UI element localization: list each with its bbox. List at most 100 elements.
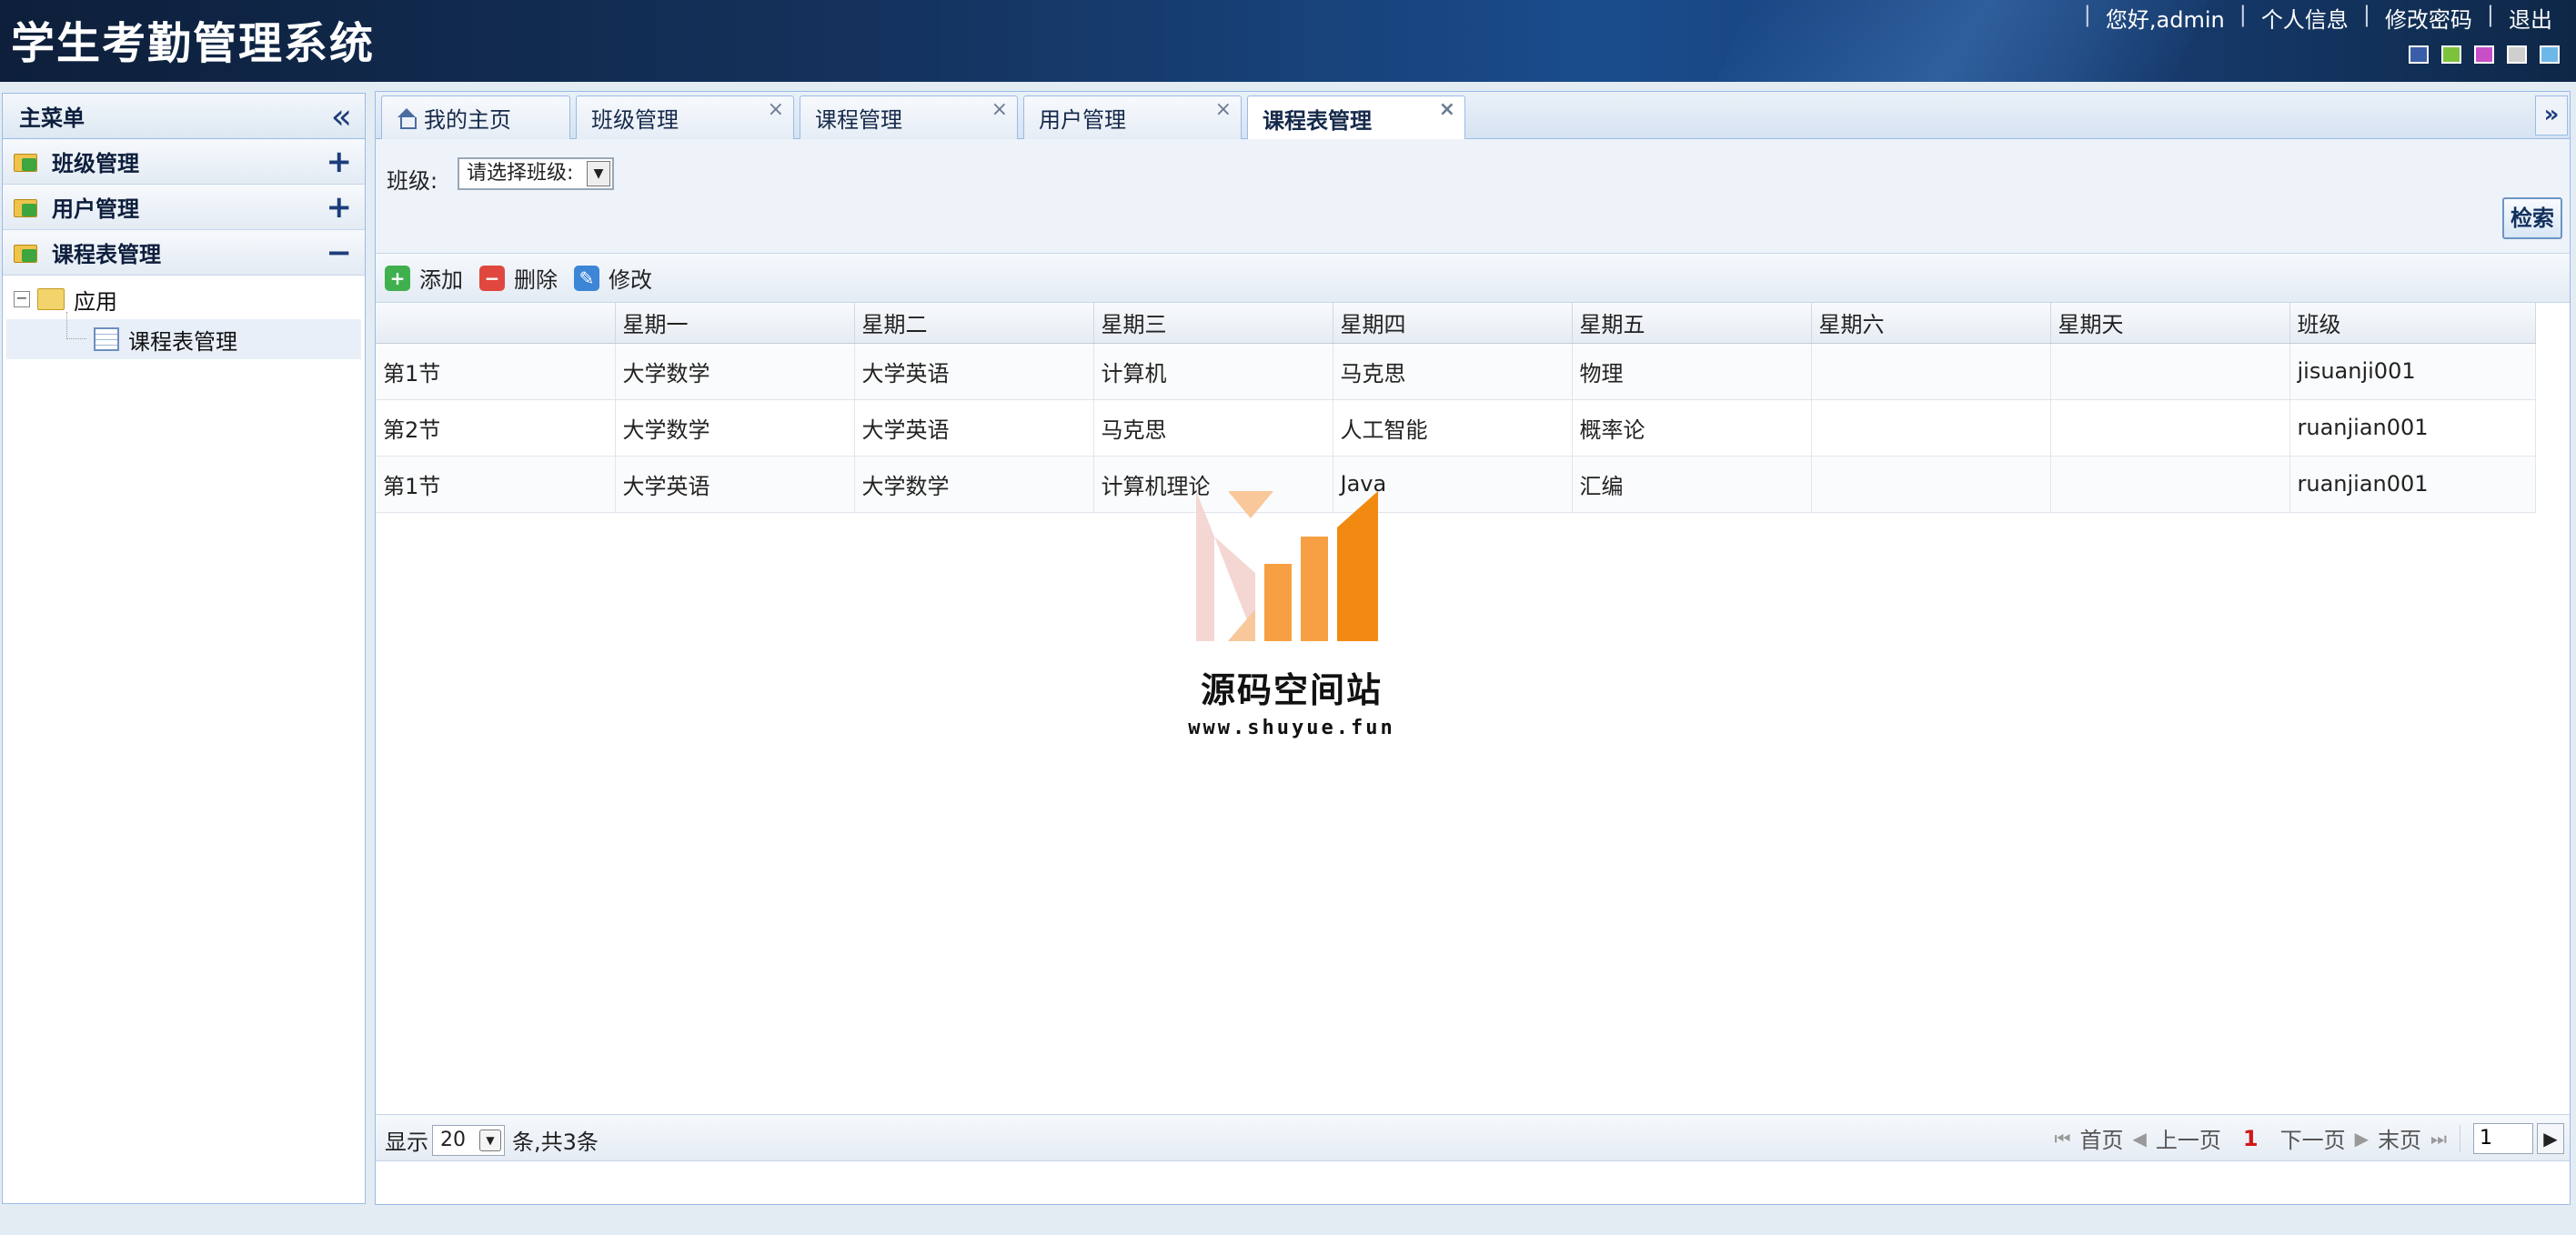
add-button[interactable]: + 添加: [385, 262, 463, 294]
theme-swatch-green[interactable]: [2441, 45, 2461, 64]
column-header[interactable]: 星期天: [2050, 303, 2290, 344]
theme-swatch-gray[interactable]: [2507, 45, 2527, 64]
total-count: 条,共3条: [512, 1130, 599, 1155]
column-header[interactable]: 星期三: [1093, 303, 1333, 344]
logout-link[interactable]: 退出: [2501, 2, 2560, 34]
table-cell: 马克思: [1333, 343, 1573, 400]
tab-label: 班级管理: [591, 107, 679, 133]
table-cell: [2050, 343, 2290, 400]
column-header[interactable]: 星期六: [1811, 303, 2051, 344]
menu-group-class[interactable]: 班级管理 +: [3, 139, 365, 185]
table-cell: 计算机理论: [1093, 456, 1333, 513]
delete-button[interactable]: − 删除: [479, 262, 558, 294]
last-page-icon: ⏭: [2430, 1127, 2447, 1150]
table-row[interactable]: 第1节 大学英语 大学数学 计算机理论 Java 汇编 ruanjian001: [376, 456, 2536, 513]
tab-class-management[interactable]: 班级管理 ×: [576, 95, 794, 139]
expand-icon[interactable]: +: [327, 146, 353, 177]
last-page-link[interactable]: 末页: [2378, 1122, 2421, 1154]
search-bar: 班级: 请选择班级: ▼ 检索: [376, 139, 2570, 254]
theme-swatch-lightblue[interactable]: [2540, 45, 2560, 64]
tree-node-label: 应用: [74, 288, 117, 315]
table-cell: 第1节: [376, 343, 616, 400]
sidebar-title: 主菜单: [19, 105, 85, 131]
app-header: 学生考勤管理系统 | 您好,admin | 个人信息 | 修改密码 | 退出: [0, 0, 2576, 82]
close-icon[interactable]: ×: [1439, 98, 1455, 121]
prev-page-link[interactable]: 上一页: [2156, 1122, 2221, 1154]
current-page: 1: [2242, 1125, 2259, 1151]
page-number-input[interactable]: 1: [2473, 1122, 2533, 1154]
table-row[interactable]: 第1节 大学数学 大学英语 计算机 马克思 物理 jisuanji001: [376, 343, 2536, 400]
delete-icon: −: [479, 265, 505, 291]
edit-icon: ✎: [574, 265, 599, 291]
tree-node-timetable[interactable]: 课程表管理: [6, 312, 361, 359]
theme-switcher: [2409, 45, 2560, 64]
top-links: | 您好,admin | 个人信息 | 修改密码 | 退出: [2077, 2, 2560, 34]
pagination-bar: 显示 20 ▼ 条,共3条 ⏮ 首页 ◀ 上一页 1 下一页 ▶ 末页 ⏭ 1 …: [376, 1114, 2570, 1161]
tree-expander-icon[interactable]: −: [14, 291, 30, 307]
table-cell: 第1节: [376, 456, 616, 513]
greeting-link[interactable]: 您好,admin: [2098, 2, 2232, 34]
tab-label: 我的主页: [424, 107, 511, 133]
table-row[interactable]: 第2节 大学数学 大学英语 马克思 人工智能 概率论 ruanjian001: [376, 399, 2536, 457]
link-separator: |: [2362, 2, 2370, 27]
table-cell: [1811, 399, 2051, 457]
class-select-value: 请选择班级:: [467, 162, 574, 185]
delete-label: 删除: [514, 267, 558, 293]
profile-link[interactable]: 个人信息: [2254, 2, 2356, 34]
menu-group-user[interactable]: 用户管理 +: [3, 185, 365, 230]
table-cell: 大学英语: [615, 456, 855, 513]
theme-swatch-blue[interactable]: [2409, 45, 2429, 64]
column-header[interactable]: [376, 303, 616, 344]
tree-line: [66, 312, 86, 339]
tab-user-management[interactable]: 用户管理 ×: [1023, 95, 1242, 139]
class-select[interactable]: 请选择班级: ▼: [458, 157, 614, 190]
go-page-button[interactable]: ▶: [2537, 1122, 2564, 1154]
page-navigation: ⏮ 首页 ◀ 上一页 1 下一页 ▶ 末页 ⏭ 1 ▶: [2055, 1122, 2564, 1154]
page-size-value: 20: [440, 1128, 466, 1151]
table-header-row: 星期一 星期二 星期三 星期四 星期五 星期六 星期天 班级: [376, 303, 2536, 344]
close-icon[interactable]: ×: [1215, 98, 1232, 121]
tab-timetable-management[interactable]: 课程表管理 ×: [1247, 95, 1465, 140]
tree-node-app[interactable]: − 应用: [3, 279, 365, 319]
table-cell: 马克思: [1093, 399, 1333, 457]
table-icon: [94, 327, 119, 351]
collapse-icon[interactable]: −: [327, 237, 353, 268]
tabs-dropdown-icon[interactable]: »: [2535, 95, 2568, 136]
close-icon[interactable]: ×: [991, 98, 1008, 121]
next-page-link[interactable]: 下一页: [2280, 1122, 2346, 1154]
column-header[interactable]: 星期五: [1572, 303, 1812, 344]
first-page-link[interactable]: 首页: [2080, 1122, 2124, 1154]
tab-label: 用户管理: [1039, 107, 1126, 133]
link-separator: |: [2486, 2, 2494, 27]
add-label: 添加: [419, 267, 463, 293]
tab-course-management[interactable]: 课程管理 ×: [800, 95, 1018, 139]
search-button[interactable]: 检索: [2502, 197, 2562, 239]
table-cell: 概率论: [1572, 399, 1812, 457]
collapse-sidebar-icon[interactable]: «: [331, 99, 352, 134]
main-panel: 我的主页 班级管理 × 课程管理 × 用户管理 × 课程表管理 × » 班级: …: [375, 91, 2571, 1205]
page-size-select[interactable]: 20 ▼: [432, 1124, 505, 1156]
link-separator: |: [2083, 2, 2091, 27]
column-header[interactable]: 班级: [2289, 303, 2536, 344]
first-page-icon: ⏮: [2054, 1127, 2071, 1150]
timetable-grid: 星期一 星期二 星期三 星期四 星期五 星期六 星期天 班级 第1节 大学数学 …: [376, 303, 2536, 513]
link-separator: |: [2239, 2, 2247, 27]
close-icon[interactable]: ×: [768, 98, 784, 121]
expand-icon[interactable]: +: [327, 192, 353, 223]
column-header[interactable]: 星期一: [615, 303, 855, 344]
column-header[interactable]: 星期四: [1333, 303, 1573, 344]
theme-swatch-purple[interactable]: [2474, 45, 2494, 64]
table-cell: [1811, 343, 2051, 400]
table-cell: 计算机: [1093, 343, 1333, 400]
change-password-link[interactable]: 修改密码: [2378, 2, 2480, 34]
folder-arrow-icon: [14, 150, 41, 174]
sidebar-header: 主菜单 «: [3, 94, 365, 139]
table-cell: 汇编: [1572, 456, 1812, 513]
home-icon: [397, 107, 417, 129]
tab-home[interactable]: 我的主页: [381, 95, 570, 139]
table-cell: 第2节: [376, 399, 616, 457]
sidebar: 主菜单 « 班级管理 + 用户管理 + 课程表管理 − − 应用 课程表管理: [2, 93, 366, 1204]
menu-group-timetable[interactable]: 课程表管理 −: [3, 230, 365, 276]
column-header[interactable]: 星期二: [854, 303, 1094, 344]
edit-button[interactable]: ✎ 修改: [574, 262, 652, 294]
